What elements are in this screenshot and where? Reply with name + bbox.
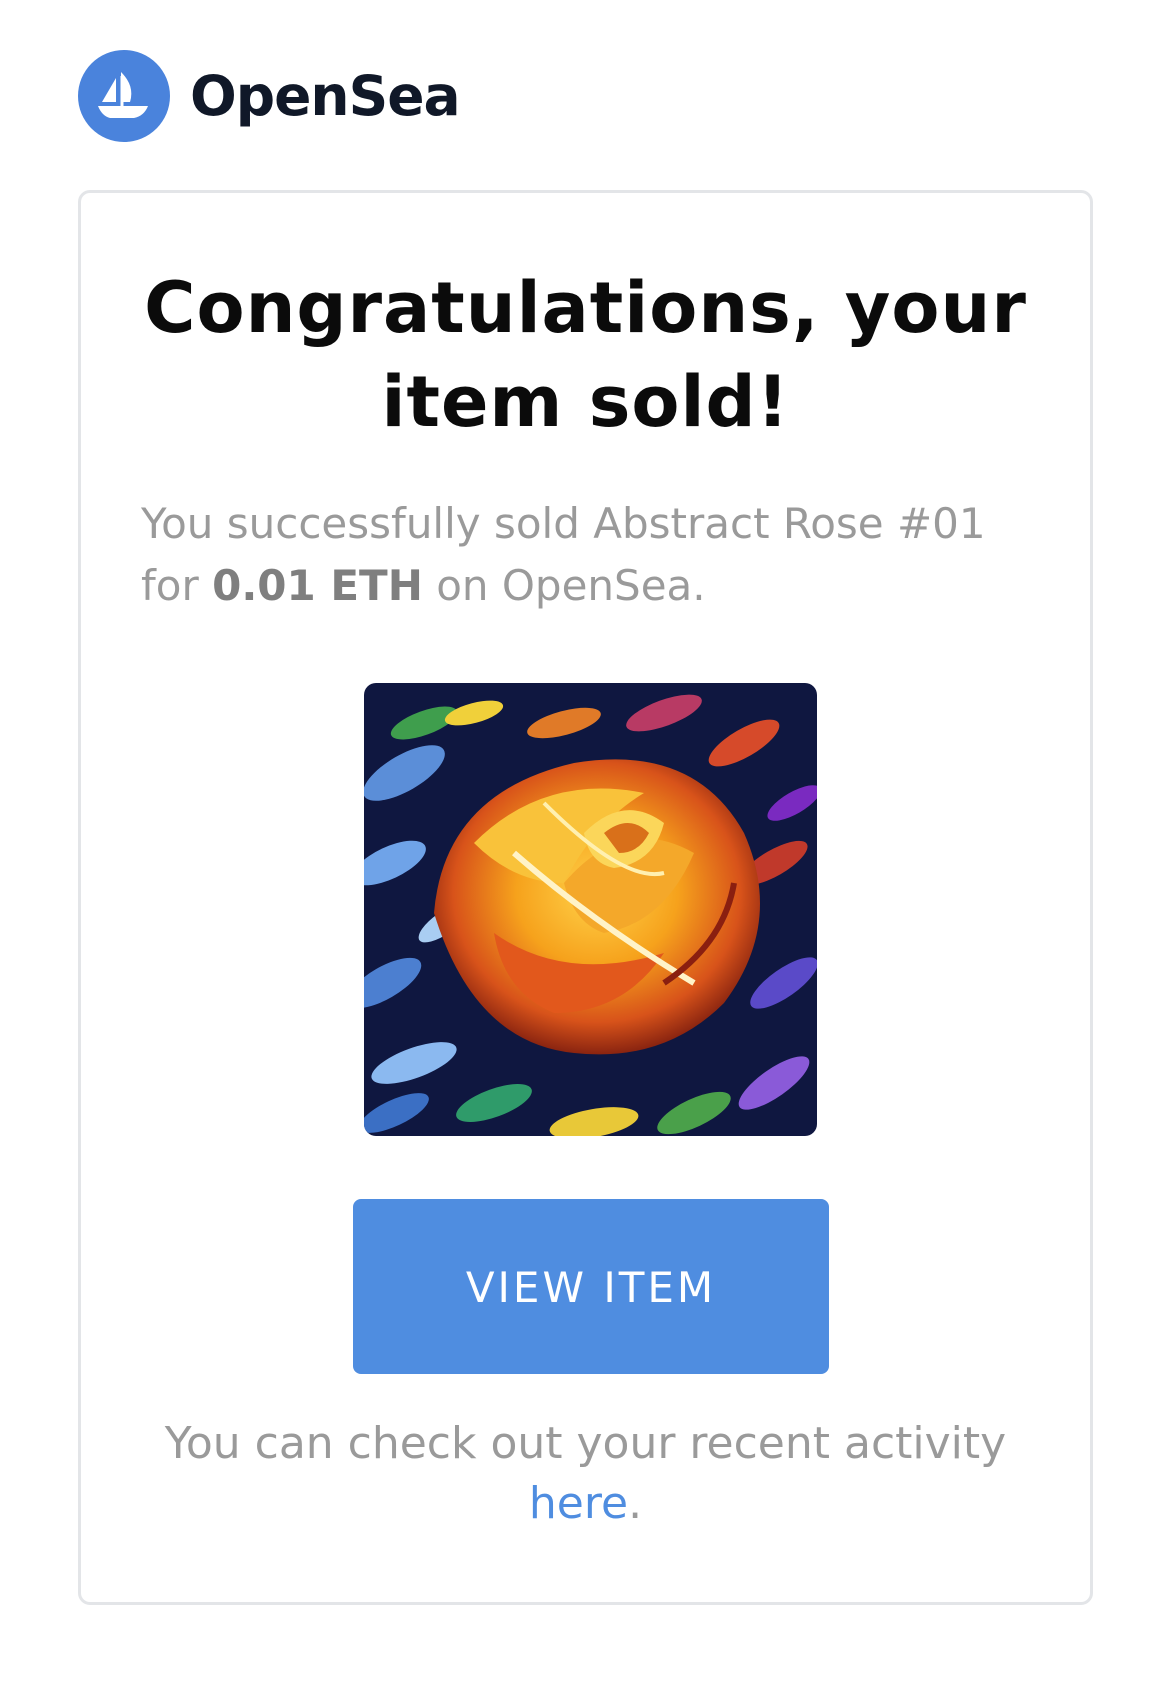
- brand-name: OpenSea: [190, 64, 461, 128]
- opensea-header: OpenSea: [78, 50, 461, 142]
- sale-message-suffix: on OpenSea.: [422, 561, 706, 610]
- sailboat-icon[interactable]: [78, 50, 170, 142]
- recent-activity-label: You can check out your recent activity: [164, 1418, 1007, 1469]
- sale-amount: 0.01 ETH: [212, 561, 423, 610]
- title-line-1: Congratulations, your: [144, 267, 1027, 349]
- recent-activity-text: You can check out your recent activity he…: [121, 1414, 1050, 1534]
- congratulations-heading: Congratulations, your item sold!: [81, 261, 1090, 449]
- recent-activity-link[interactable]: here: [529, 1478, 628, 1529]
- sale-message: You successfully sold Abstract Rose #01 …: [141, 493, 1021, 617]
- view-item-button[interactable]: VIEW ITEM: [353, 1199, 829, 1374]
- sale-notification-card: Congratulations, your item sold! You suc…: [78, 190, 1093, 1605]
- title-line-2: item sold!: [381, 361, 790, 443]
- item-image[interactable]: [364, 683, 817, 1136]
- footer-period: .: [628, 1478, 643, 1529]
